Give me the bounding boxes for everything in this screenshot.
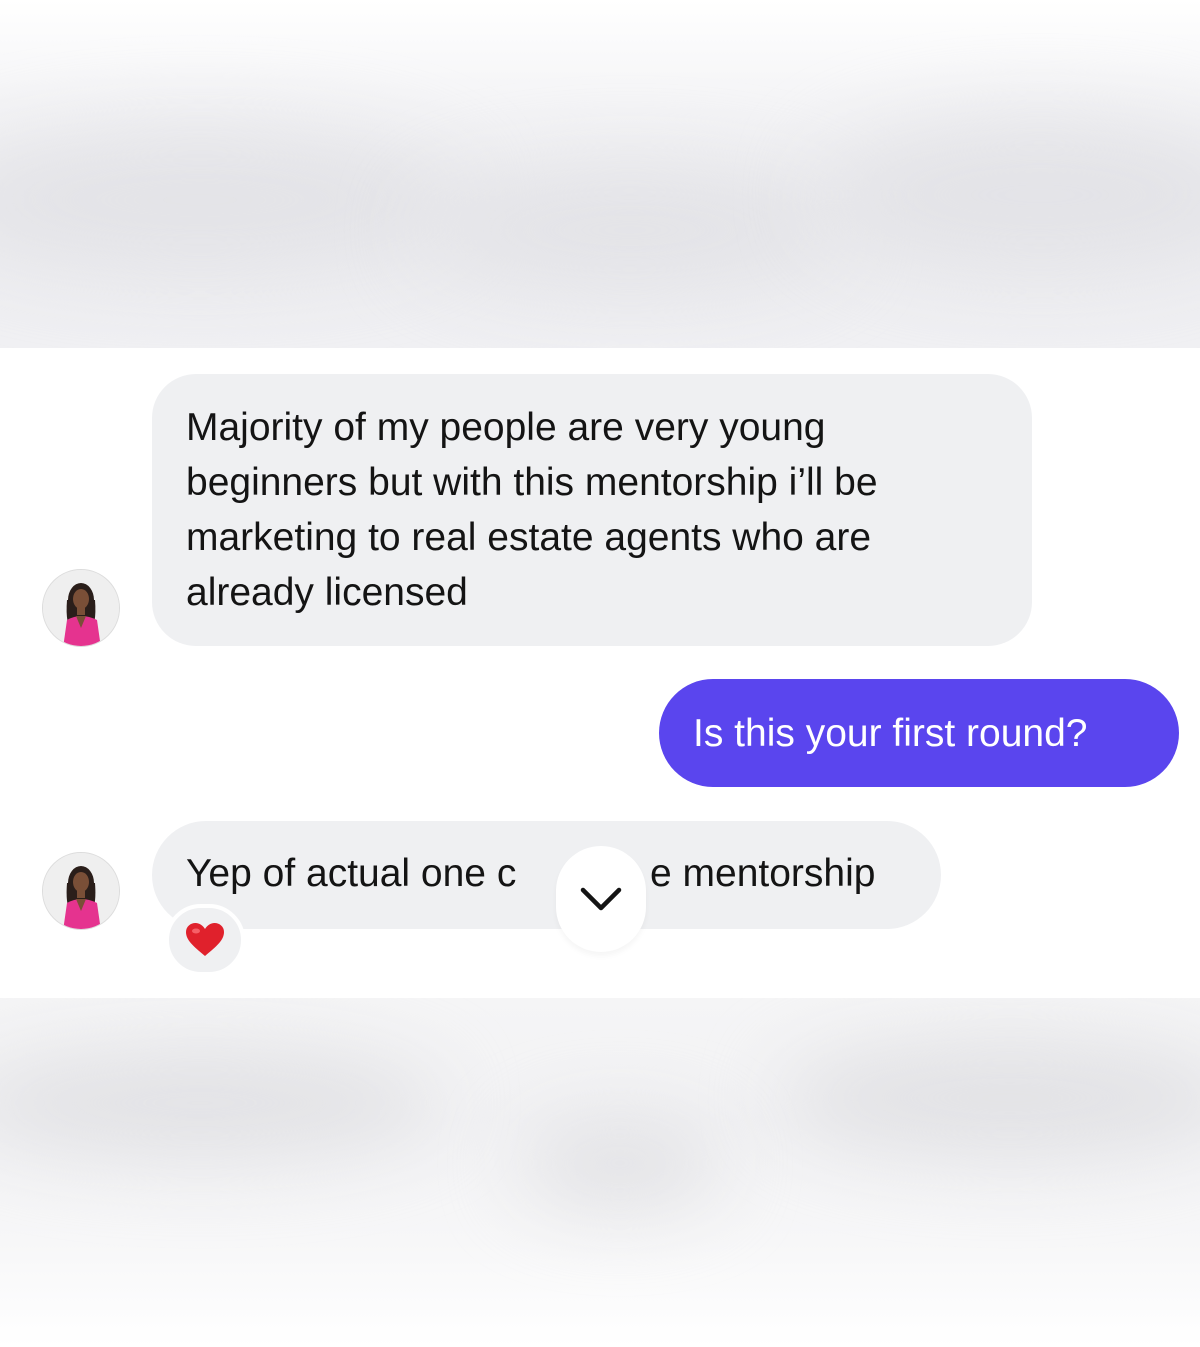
message-text: Majority of my people are very young beg… <box>186 406 878 614</box>
contact-avatar[interactable] <box>42 852 120 930</box>
blurred-footer-region <box>0 998 1200 1347</box>
message-text: Is this your first round? <box>693 712 1088 755</box>
incoming-message-bubble[interactable]: Yep of actual one c e mentorship <box>152 821 941 929</box>
contact-avatar[interactable] <box>42 569 120 647</box>
heart-icon <box>186 923 224 956</box>
profile-photo-icon <box>43 853 119 929</box>
message-thread: Majority of my people are very young beg… <box>0 348 1200 998</box>
message-text: Yep of actual one c <box>186 852 517 895</box>
profile-photo-icon <box>43 570 119 646</box>
chevron-down-icon <box>580 887 622 911</box>
incoming-message-bubble[interactable]: Majority of my people are very young beg… <box>152 374 1032 646</box>
scroll-to-bottom-button[interactable] <box>556 846 646 952</box>
message-reaction[interactable] <box>165 904 245 976</box>
message-text-continued: e mentorship <box>650 852 876 895</box>
outgoing-message-bubble[interactable]: Is this your first round? <box>659 679 1179 787</box>
blurred-header-region <box>0 0 1200 348</box>
